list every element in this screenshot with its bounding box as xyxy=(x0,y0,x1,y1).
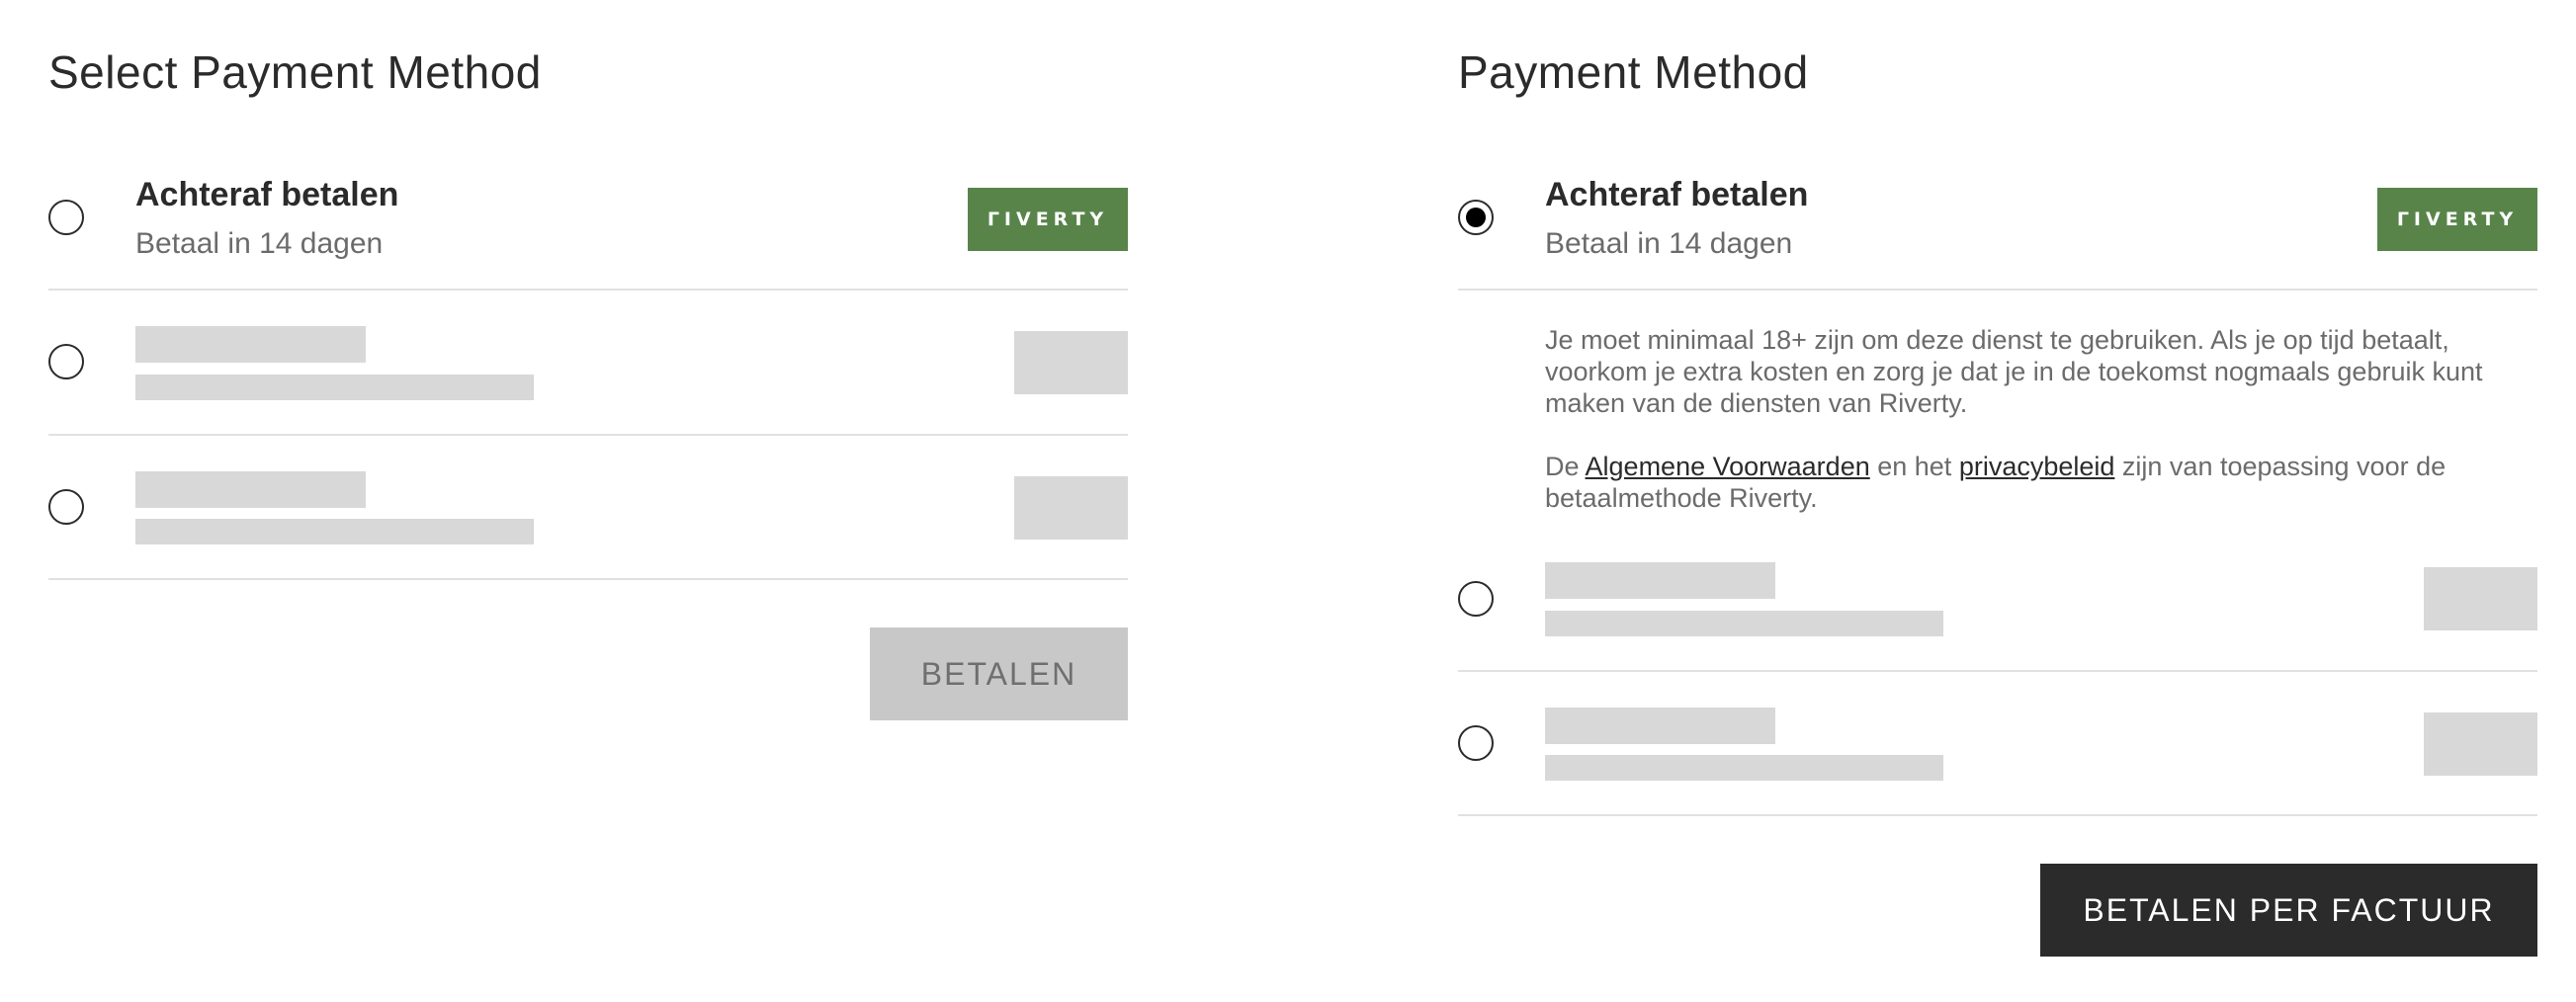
divider xyxy=(48,434,1128,436)
terms-middle: en het xyxy=(1869,452,1959,481)
radio-filled-icon[interactable] xyxy=(1458,200,1494,235)
placeholder-title xyxy=(135,326,366,363)
option-title: Achteraf betalen xyxy=(1545,176,1809,213)
placeholder-logo xyxy=(2424,567,2537,630)
radio-empty-icon[interactable] xyxy=(48,489,84,525)
placeholder-title xyxy=(1545,562,1775,599)
radio-empty-icon[interactable] xyxy=(48,344,84,379)
option-title: Achteraf betalen xyxy=(135,176,399,213)
placeholder-logo xyxy=(1014,331,1128,394)
placeholder-title xyxy=(135,471,366,508)
option-subtitle: Betaal in 14 dagen xyxy=(1545,227,1793,260)
riverty-terms-notice: De Algemene Voorwaarden en het privacybe… xyxy=(1545,451,2537,514)
divider xyxy=(1458,814,2537,816)
privacy-link[interactable]: privacybeleid xyxy=(1959,452,2115,481)
placeholder-logo xyxy=(1014,476,1128,540)
placeholder-subtitle xyxy=(135,375,534,400)
option-subtitle: Betaal in 14 dagen xyxy=(135,227,384,260)
placeholder-subtitle xyxy=(135,519,534,544)
placeholder-subtitle xyxy=(1545,611,1943,636)
pay-by-invoice-button[interactable]: BETALEN PER FACTUUR xyxy=(2040,864,2537,957)
divider xyxy=(1458,289,2537,291)
terms-prefix: De xyxy=(1545,452,1586,481)
placeholder-logo xyxy=(2424,712,2537,776)
riverty-age-notice: Je moet minimaal 18+ zijn om deze dienst… xyxy=(1545,325,2483,418)
divider xyxy=(48,289,1128,291)
riverty-logo: ΓIVERTY xyxy=(2377,188,2537,251)
divider xyxy=(48,578,1128,580)
radio-dot xyxy=(1466,208,1486,227)
radio-empty-icon[interactable] xyxy=(1458,581,1494,617)
radio-empty-icon[interactable] xyxy=(48,200,84,235)
divider xyxy=(1458,670,2537,672)
page-title: Select Payment Method xyxy=(48,46,542,98)
pay-button[interactable]: BETALEN xyxy=(870,627,1128,720)
placeholder-subtitle xyxy=(1545,755,1943,781)
radio-empty-icon[interactable] xyxy=(1458,725,1494,761)
riverty-logo: ΓIVERTY xyxy=(968,188,1128,251)
terms-link[interactable]: Algemene Voorwaarden xyxy=(1586,452,1870,481)
page-title: Payment Method xyxy=(1458,46,1809,98)
placeholder-title xyxy=(1545,708,1775,744)
